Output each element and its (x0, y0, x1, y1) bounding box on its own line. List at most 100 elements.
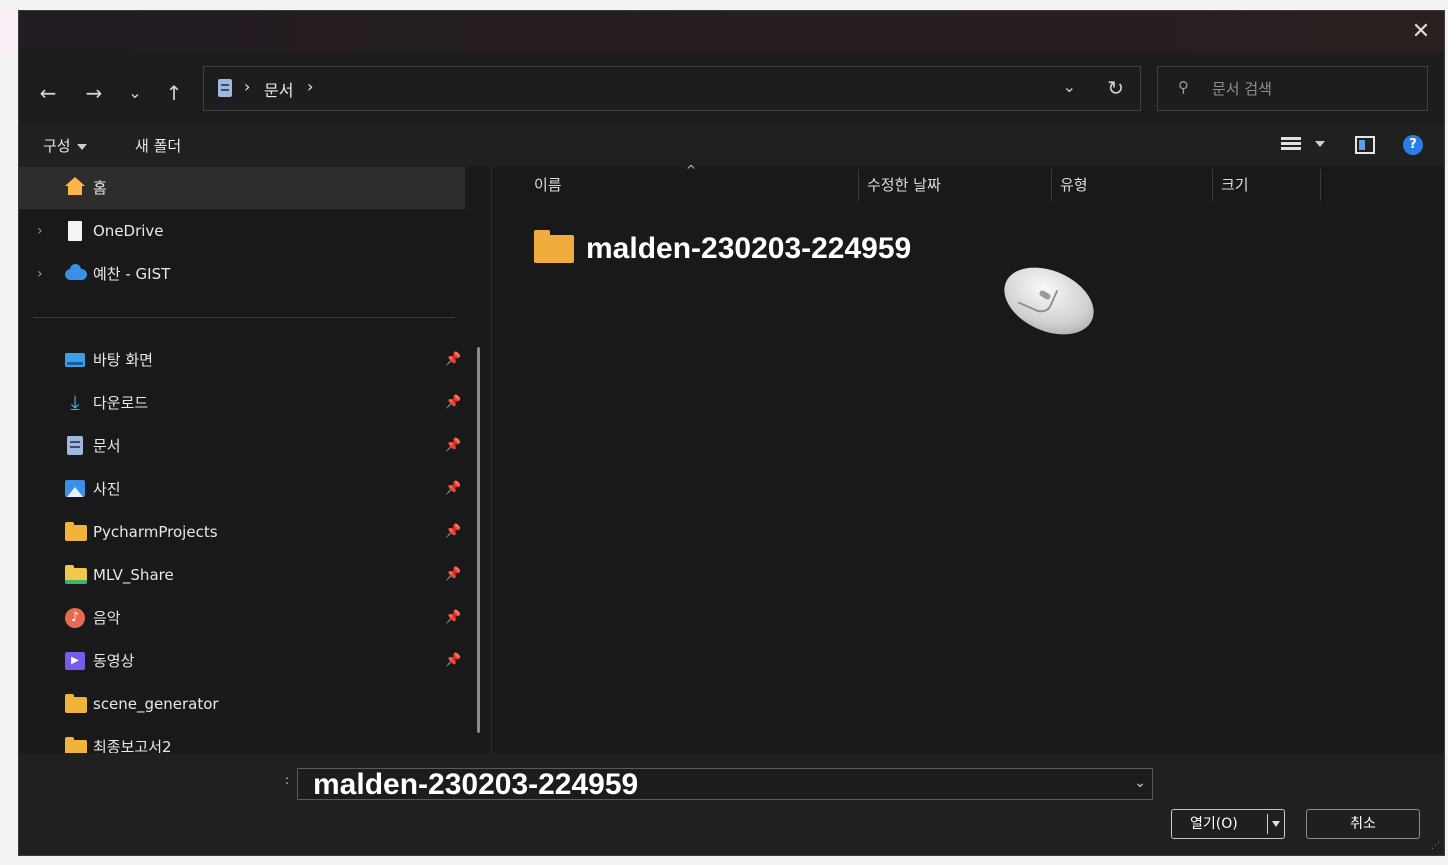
sidebar-item-videos[interactable]: ▶ 동영상 📌 (19, 640, 465, 682)
pictures-icon (65, 480, 85, 497)
chevron-down-icon[interactable]: ⌄ (1063, 77, 1076, 96)
resize-grip-icon[interactable]: ⋰ (1431, 841, 1440, 851)
column-separator[interactable] (1320, 169, 1321, 201)
sidebar-item-label: 예찬 - GIST (93, 265, 171, 283)
pin-icon[interactable]: 📌 (445, 554, 461, 596)
sidebar-item-label: 문서 (93, 437, 121, 455)
background-window-strip (0, 10, 18, 54)
open-button-label: 열기(O) (1190, 816, 1238, 832)
sidebar-scrollbar[interactable] (477, 347, 480, 733)
split-divider (1267, 814, 1268, 834)
download-icon: ⤓ (70, 390, 80, 414)
title-bar: ✕ (19, 11, 1444, 53)
chevron-right-icon[interactable]: › (37, 253, 43, 295)
sidebar-item-scene-generator[interactable]: scene_generator (19, 683, 465, 725)
file-name-value: malden-230203-224959 (313, 768, 639, 801)
desktop-icon (65, 353, 85, 367)
sidebar-item-pycharmprojects[interactable]: PycharmProjects 📌 (19, 511, 465, 553)
sidebar-item-label: 동영상 (93, 652, 135, 670)
column-header-modified[interactable]: 수정한 날짜 (867, 167, 941, 203)
search-box[interactable]: ⚲ (1157, 66, 1428, 111)
folder-icon (65, 565, 87, 584)
help-icon[interactable]: ? (1403, 135, 1423, 155)
new-folder-button[interactable]: 새 폴더 (135, 135, 181, 156)
folder-icon (534, 230, 574, 263)
sidebar-item-yechan-gist[interactable]: › 예찬 - GIST (19, 253, 465, 295)
sidebar-item-documents[interactable]: 문서 📌 (19, 425, 465, 467)
organize-button[interactable]: 구성 (43, 135, 87, 156)
preview-pane-icon[interactable] (1355, 136, 1375, 154)
folder-icon (65, 522, 87, 541)
sidebar-item-label: 홈 (93, 179, 107, 197)
pin-icon[interactable]: 📌 (445, 425, 461, 467)
organize-label: 구성 (43, 137, 71, 155)
column-separator[interactable] (858, 169, 859, 201)
file-name: malden-230203-224959 (586, 232, 912, 265)
folder-icon (65, 694, 87, 713)
sidebar-item-home[interactable]: 홈 (19, 167, 465, 209)
footer-bar: : malden-230203-224959 ⌄ 열기(O) 취소 ⋰ (19, 753, 1444, 855)
chevron-right-icon[interactable]: › (37, 210, 43, 252)
sidebar-item-onedrive[interactable]: › OneDrive (19, 210, 465, 252)
file-list: ^ 이름 수정한 날짜 유형 크기 malden-230203-224959 (492, 163, 1444, 753)
pin-icon[interactable]: 📌 (445, 468, 461, 510)
breadcrumb-separator[interactable]: › (307, 77, 313, 96)
up-button[interactable]: ↑ (159, 78, 189, 108)
home-icon (65, 177, 85, 195)
sidebar-item-mlv-share[interactable]: MLV_Share 📌 (19, 554, 465, 596)
column-header-name[interactable]: 이름 (534, 167, 562, 203)
open-button[interactable]: 열기(O) (1171, 809, 1285, 839)
open-file-dialog: ✕ ← → ⌄ ↑ › 문서 › ⌄ ↻ ⚲ 구성 새 폴더 ? 홈 (18, 10, 1445, 856)
search-icon: ⚲ (1178, 78, 1189, 96)
file-name-field[interactable]: malden-230203-224959 ⌄ (297, 768, 1153, 801)
recent-locations-button[interactable]: ⌄ (120, 78, 150, 108)
sidebar-item-label: 다운로드 (93, 394, 149, 412)
document-icon (218, 79, 232, 97)
arrow-up-icon: ↑ (165, 81, 183, 105)
view-list-icon[interactable] (1281, 137, 1301, 155)
column-separator[interactable] (1212, 169, 1213, 201)
pin-icon[interactable]: 📌 (445, 339, 461, 381)
pin-icon[interactable]: 📌 (445, 597, 461, 639)
document-icon (67, 436, 83, 455)
sidebar-item-music[interactable]: ♪ 음악 📌 (19, 597, 465, 639)
sidebar-item-label: scene_generator (93, 695, 219, 713)
breadcrumb-separator: › (244, 77, 251, 96)
sidebar-item-desktop[interactable]: 바탕 화면 📌 (19, 339, 465, 381)
folder-icon (65, 737, 87, 753)
arrow-left-icon: ← (39, 81, 57, 105)
address-bar[interactable]: › 문서 › ⌄ ↻ (203, 66, 1141, 111)
file-name-label: : (285, 773, 290, 787)
pin-icon[interactable]: 📌 (445, 640, 461, 682)
cancel-button[interactable]: 취소 (1306, 809, 1420, 839)
refresh-icon[interactable]: ↻ (1107, 76, 1124, 100)
sidebar-item-label: MLV_Share (93, 566, 174, 584)
sidebar-item-label: 바탕 화면 (93, 351, 153, 369)
arrow-right-icon: → (85, 81, 103, 105)
pin-icon[interactable]: 📌 (445, 382, 461, 424)
sidebar-item-pictures[interactable]: 사진 📌 (19, 468, 465, 510)
list-item[interactable]: malden-230203-224959 (532, 229, 962, 269)
navigation-pane: 홈 › OneDrive › 예찬 - GIST 바탕 화면 📌 ⤓ 다운로드 … (19, 167, 491, 753)
sort-ascending-icon: ^ (686, 163, 697, 177)
sidebar-item-label: PycharmProjects (93, 523, 218, 541)
video-icon: ▶ (65, 652, 85, 670)
chevron-down-icon[interactable]: ⌄ (1134, 775, 1146, 791)
sidebar-item-downloads[interactable]: ⤓ 다운로드 📌 (19, 382, 465, 424)
search-input[interactable] (1210, 75, 1414, 103)
sidebar-item-label: 최종보고서2 (93, 738, 172, 753)
chevron-down-icon[interactable] (1272, 821, 1280, 827)
column-separator[interactable] (1051, 169, 1052, 201)
pin-icon[interactable]: 📌 (445, 511, 461, 553)
sidebar-item-label: OneDrive (93, 222, 164, 240)
chevron-down-icon (76, 143, 87, 150)
close-button[interactable]: ✕ (1408, 19, 1434, 45)
view-options-dropdown[interactable] (1315, 141, 1325, 147)
back-button[interactable]: ← (33, 78, 63, 108)
breadcrumb-documents[interactable]: 문서 (264, 77, 293, 101)
mouse-overlay-icon (993, 254, 1105, 348)
sidebar-item-final-report-2[interactable]: 최종보고서2 (19, 726, 465, 753)
column-header-type[interactable]: 유형 (1060, 167, 1088, 203)
forward-button[interactable]: → (79, 78, 109, 108)
column-header-size[interactable]: 크기 (1221, 167, 1249, 203)
